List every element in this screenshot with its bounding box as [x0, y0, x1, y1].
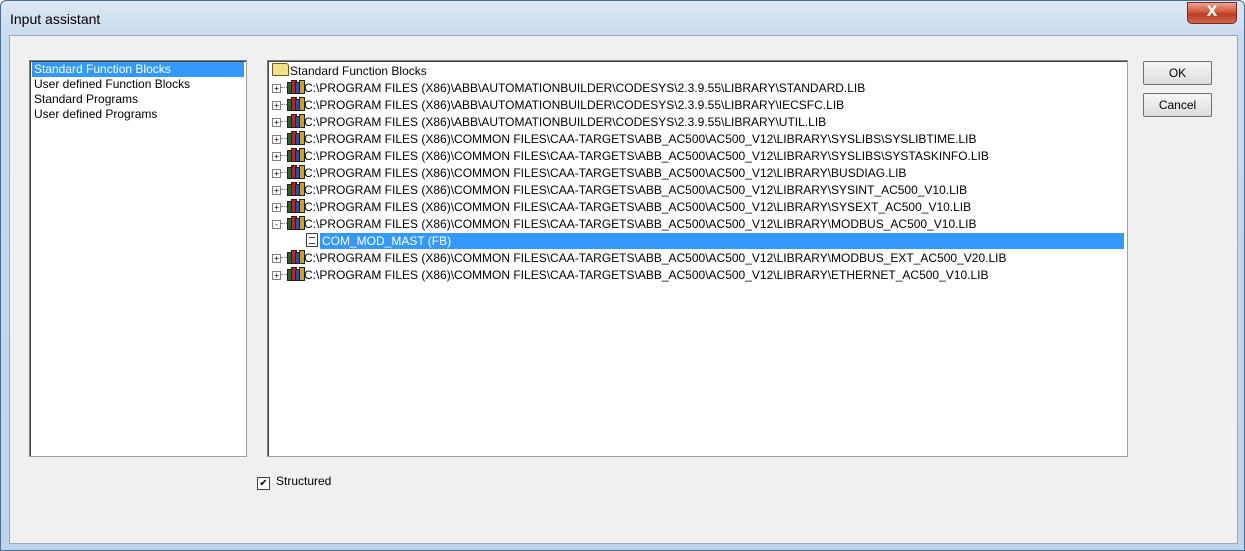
- title-bar[interactable]: Input assistant X: [1, 1, 1244, 35]
- library-books-icon: [287, 131, 305, 145]
- cancel-button[interactable]: Cancel: [1143, 93, 1212, 117]
- collapse-icon[interactable]: -: [272, 220, 281, 229]
- book-spine: [299, 216, 305, 230]
- book-spine: [299, 267, 305, 281]
- book-spine: [299, 165, 305, 179]
- expand-icon[interactable]: +: [272, 152, 281, 161]
- check-mark-icon: ✔: [259, 478, 268, 489]
- library-books-icon: [287, 250, 305, 264]
- library-books-icon: [287, 267, 305, 281]
- library-books-icon: [287, 97, 305, 111]
- book-spine: [299, 182, 305, 196]
- tree-library-item[interactable]: + C:\PROGRAM FILES (X86)\COMMON FILES\CAA…: [272, 250, 1006, 266]
- tree-library-label: C:\PROGRAM FILES (X86)\COMMON FILES\CAA-…: [304, 183, 968, 197]
- tree-root[interactable]: Standard Function Blocks: [272, 63, 427, 79]
- dialog-client-area: Standard Function Blocks User defined Fu…: [9, 35, 1238, 544]
- tree-library-label: C:\PROGRAM FILES (X86)\COMMON FILES\CAA-…: [304, 132, 977, 146]
- tree-library-item[interactable]: + C:\PROGRAM FILES (X86)\ABB\AUTOMATIONBU…: [272, 97, 844, 113]
- tree-library-item[interactable]: + C:\PROGRAM FILES (X86)\COMMON FILES\CAA…: [272, 131, 976, 147]
- tree-library-item[interactable]: + C:\PROGRAM FILES (X86)\ABB\AUTOMATIONBU…: [272, 114, 826, 130]
- structured-checkbox-row[interactable]: ✔ Structured: [257, 473, 332, 490]
- library-books-icon: [287, 216, 305, 230]
- folder-open-icon: [272, 63, 289, 76]
- tree-function-block-label: COM_MOD_MAST (FB): [320, 233, 1124, 249]
- expand-icon[interactable]: +: [272, 118, 281, 127]
- tree-library-item[interactable]: + C:\PROGRAM FILES (X86)\COMMON FILES\CAA…: [272, 199, 971, 215]
- expand-icon[interactable]: +: [272, 101, 281, 110]
- tree-library-item[interactable]: + C:\PROGRAM FILES (X86)\COMMON FILES\CAA…: [272, 148, 989, 164]
- book-spine: [299, 97, 305, 111]
- expand-icon[interactable]: +: [272, 271, 281, 280]
- tree-library-item[interactable]: + C:\PROGRAM FILES (X86)\COMMON FILES\CAA…: [272, 267, 988, 283]
- window-title: Input assistant: [10, 11, 101, 27]
- tree-library-label: C:\PROGRAM FILES (X86)\ABB\AUTOMATIONBUI…: [304, 81, 866, 95]
- library-books-icon: [287, 199, 305, 213]
- tree-library-item[interactable]: + C:\PROGRAM FILES (X86)\ABB\AUTOMATIONBU…: [272, 80, 865, 96]
- document-icon: [306, 233, 318, 247]
- close-button[interactable]: X: [1187, 2, 1237, 24]
- tree-library-item[interactable]: + C:\PROGRAM FILES (X86)\COMMON FILES\CAA…: [272, 182, 967, 198]
- tree-library-label: C:\PROGRAM FILES (X86)\COMMON FILES\CAA-…: [304, 200, 972, 214]
- structured-checkbox[interactable]: ✔: [257, 477, 270, 490]
- book-spine: [299, 250, 305, 264]
- tree-library-label: C:\PROGRAM FILES (X86)\ABB\AUTOMATIONBUI…: [304, 115, 827, 129]
- tree-library-label: C:\PROGRAM FILES (X86)\COMMON FILES\CAA-…: [304, 217, 977, 231]
- expand-icon[interactable]: +: [272, 135, 281, 144]
- ok-button[interactable]: OK: [1143, 61, 1212, 85]
- expand-icon[interactable]: +: [272, 203, 281, 212]
- expand-icon[interactable]: +: [272, 84, 281, 93]
- book-spine: [299, 114, 305, 128]
- function-block-tree[interactable]: Standard Function Blocks + C:\PROGRAM FIL…: [267, 60, 1128, 457]
- book-spine: [299, 148, 305, 162]
- library-books-icon: [287, 148, 305, 162]
- tree-library-label: C:\PROGRAM FILES (X86)\COMMON FILES\CAA-…: [304, 149, 989, 163]
- category-list[interactable]: Standard Function Blocks User defined Fu…: [29, 60, 247, 457]
- structured-label: Structured: [276, 474, 332, 488]
- close-icon: X: [1206, 4, 1218, 20]
- book-spine: [299, 131, 305, 145]
- category-item-user-defined-function-blocks[interactable]: User defined Function Blocks: [32, 77, 192, 92]
- tree-library-item[interactable]: + C:\PROGRAM FILES (X86)\COMMON FILES\CAA…: [272, 165, 906, 181]
- book-spine: [299, 199, 305, 213]
- expand-icon[interactable]: +: [272, 186, 281, 195]
- tree-library-label: C:\PROGRAM FILES (X86)\ABB\AUTOMATIONBUI…: [304, 98, 845, 112]
- book-spine: [299, 80, 305, 94]
- tree-library-label: C:\PROGRAM FILES (X86)\COMMON FILES\CAA-…: [304, 166, 907, 180]
- expand-icon[interactable]: +: [272, 169, 281, 178]
- category-item-standard-function-blocks[interactable]: Standard Function Blocks: [32, 62, 244, 77]
- tree-function-block-item[interactable]: COM_MOD_MAST (FB): [306, 233, 1124, 249]
- tree-library-item[interactable]: - C:\PROGRAM FILES (X86)\COMMON FILES\CAA…: [272, 216, 976, 232]
- category-item-user-defined-programs[interactable]: User defined Programs: [32, 107, 159, 122]
- library-books-icon: [287, 114, 305, 128]
- expand-icon[interactable]: +: [272, 254, 281, 263]
- tree-root-label: Standard Function Blocks: [290, 64, 427, 78]
- library-books-icon: [287, 80, 305, 94]
- library-books-icon: [287, 165, 305, 179]
- input-assistant-window: Input assistant X Standard Function Bloc…: [0, 0, 1245, 551]
- tree-library-label: C:\PROGRAM FILES (X86)\COMMON FILES\CAA-…: [304, 251, 1007, 265]
- tree-library-label: C:\PROGRAM FILES (X86)\COMMON FILES\CAA-…: [304, 268, 989, 282]
- category-item-standard-programs[interactable]: Standard Programs: [32, 92, 140, 107]
- library-books-icon: [287, 182, 305, 196]
